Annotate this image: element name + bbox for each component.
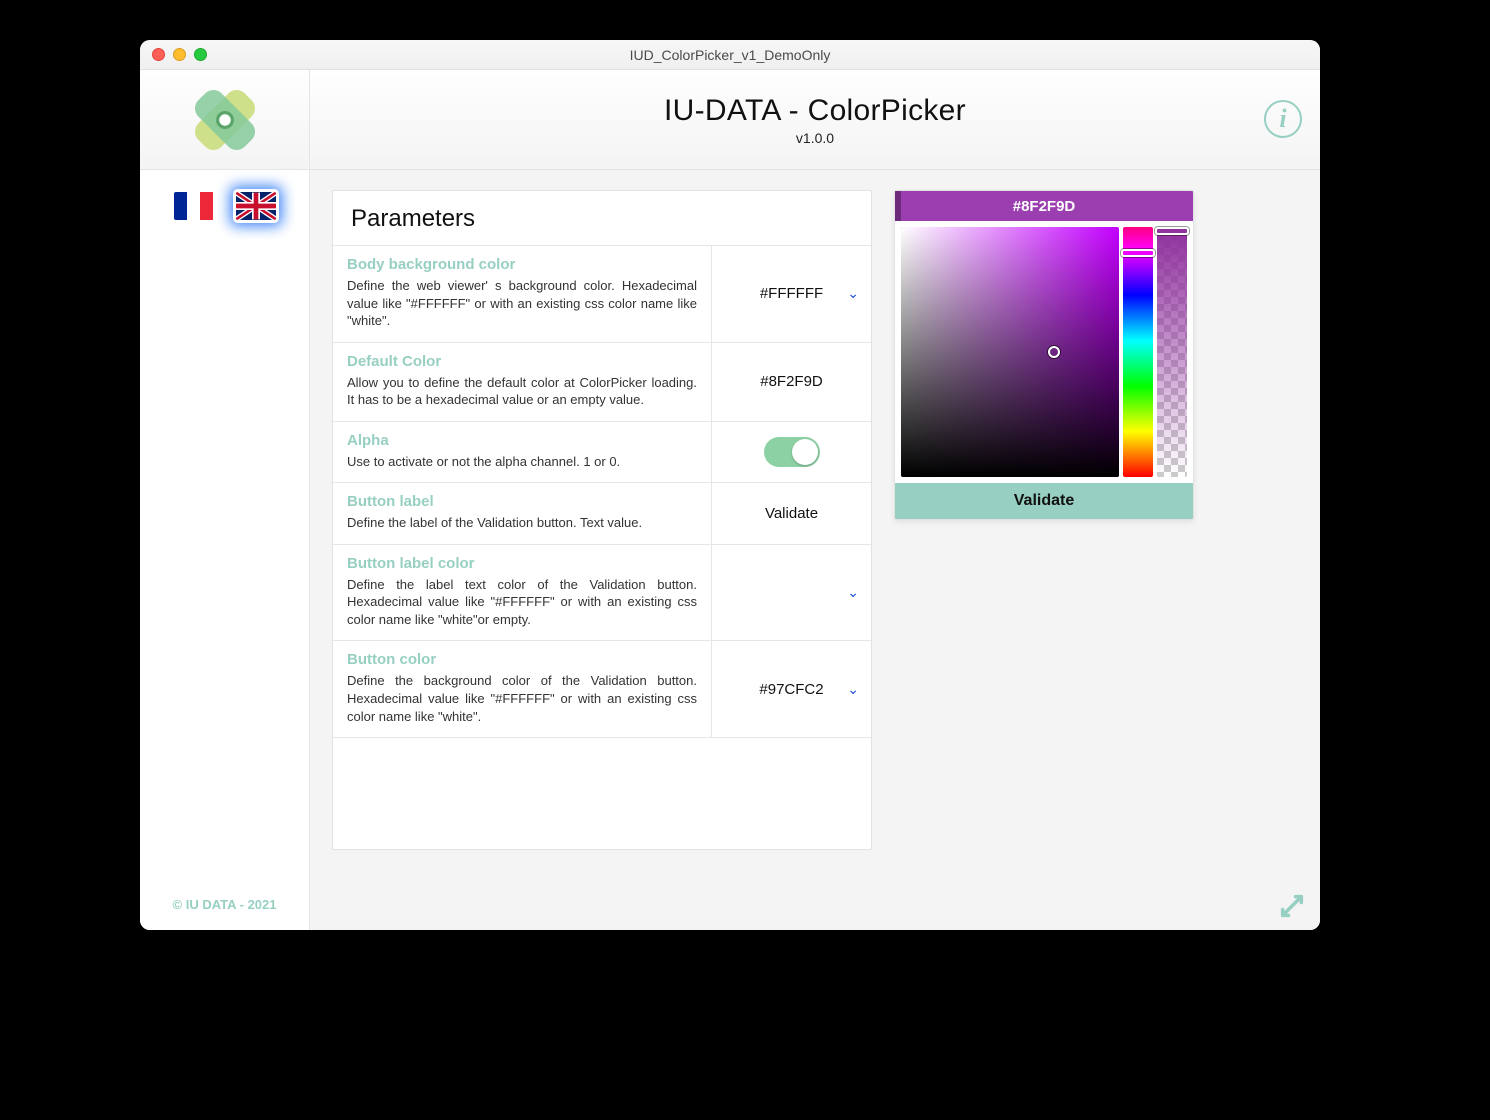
param-title: Button label (347, 493, 697, 510)
param-alpha: Alpha Use to activate or not the alpha c… (333, 421, 871, 483)
chevron-down-icon: ⌄ (847, 584, 859, 601)
param-title: Default Color (347, 353, 697, 370)
app-version: v1.0.0 (310, 130, 1320, 146)
info-button[interactable]: i (1264, 100, 1302, 138)
app-title: IU-DATA - ColorPicker (310, 94, 1320, 128)
param-button-label: Button label Define the label of the Val… (333, 482, 871, 544)
info-icon: i (1279, 104, 1286, 134)
window-title: IUD_ColorPicker_v1_DemoOnly (140, 47, 1320, 63)
param-button-label-field[interactable]: Validate (711, 483, 871, 544)
param-title: Alpha (347, 432, 697, 449)
chevron-down-icon: ⌄ (847, 285, 859, 302)
saturation-field[interactable] (901, 227, 1119, 477)
validate-button-label: Validate (1014, 492, 1074, 510)
sidebar: © IU DATA - 2021 (140, 170, 310, 930)
param-button-label-color: Button label color Define the label text… (333, 544, 871, 641)
param-desc: Define the label of the Validation butto… (347, 514, 697, 532)
window-titlebar: IUD_ColorPicker_v1_DemoOnly (140, 40, 1320, 70)
app-logo-area (140, 70, 310, 169)
param-desc: Define the label text color of the Valid… (347, 576, 697, 629)
param-button-color-dropdown[interactable]: #97CFC2 ⌄ (711, 641, 871, 737)
alpha-slider[interactable] (1157, 227, 1187, 477)
param-button-label-color-dropdown[interactable]: ⌄ (711, 545, 871, 641)
param-value: #8F2F9D (760, 373, 823, 390)
param-body-bg-color-dropdown[interactable]: #FFFFFF ⌄ (711, 246, 871, 342)
validate-button[interactable]: Validate (895, 483, 1193, 519)
window-close-button[interactable] (152, 48, 165, 61)
param-default-color-field[interactable]: #8F2F9D (711, 343, 871, 421)
hue-slider[interactable] (1123, 227, 1153, 477)
hue-marker-icon (1121, 249, 1155, 257)
resize-handle[interactable] (1278, 892, 1306, 920)
alpha-marker-icon (1155, 227, 1189, 235)
parameters-heading: Parameters (333, 191, 871, 245)
saturation-cursor-icon (1048, 346, 1060, 358)
language-switcher (174, 192, 276, 220)
param-body-bg-color: Body background color Define the web vie… (333, 245, 871, 342)
color-picker-panel: #8F2F9D Validate (894, 190, 1194, 520)
param-desc: Allow you to define the default color at… (347, 374, 697, 409)
param-value: Validate (765, 505, 818, 522)
alpha-toggle[interactable] (764, 437, 820, 467)
parameters-panel: Parameters Body background color Define … (332, 190, 872, 850)
param-button-color: Button color Define the background color… (333, 640, 871, 737)
window-minimize-button[interactable] (173, 48, 186, 61)
main-content: Parameters Body background color Define … (310, 170, 1320, 930)
app-header: IU-DATA - ColorPicker v1.0.0 i (140, 70, 1320, 170)
param-value: #FFFFFF (760, 285, 823, 302)
param-desc: Use to activate or not the alpha channel… (347, 453, 697, 471)
param-title: Button label color (347, 555, 697, 572)
param-default-color: Default Color Allow you to define the de… (333, 342, 871, 421)
app-window: IUD_ColorPicker_v1_DemoOnly IU-DATA - Co… (140, 40, 1320, 930)
window-zoom-button[interactable] (194, 48, 207, 61)
toggle-knob (792, 439, 818, 465)
param-title: Button color (347, 651, 697, 668)
app-logo-icon (180, 75, 270, 165)
picker-hex-display: #8F2F9D (895, 191, 1193, 221)
param-desc: Define the web viewer' s background colo… (347, 277, 697, 330)
language-en-button[interactable] (236, 192, 276, 220)
param-desc: Define the background color of the Valid… (347, 672, 697, 725)
window-traffic-lights (152, 48, 207, 61)
language-fr-button[interactable] (174, 192, 214, 220)
copyright-label: © IU DATA - 2021 (140, 897, 309, 912)
chevron-down-icon: ⌄ (847, 681, 859, 698)
param-title: Body background color (347, 256, 697, 273)
param-value: #97CFC2 (759, 681, 823, 698)
